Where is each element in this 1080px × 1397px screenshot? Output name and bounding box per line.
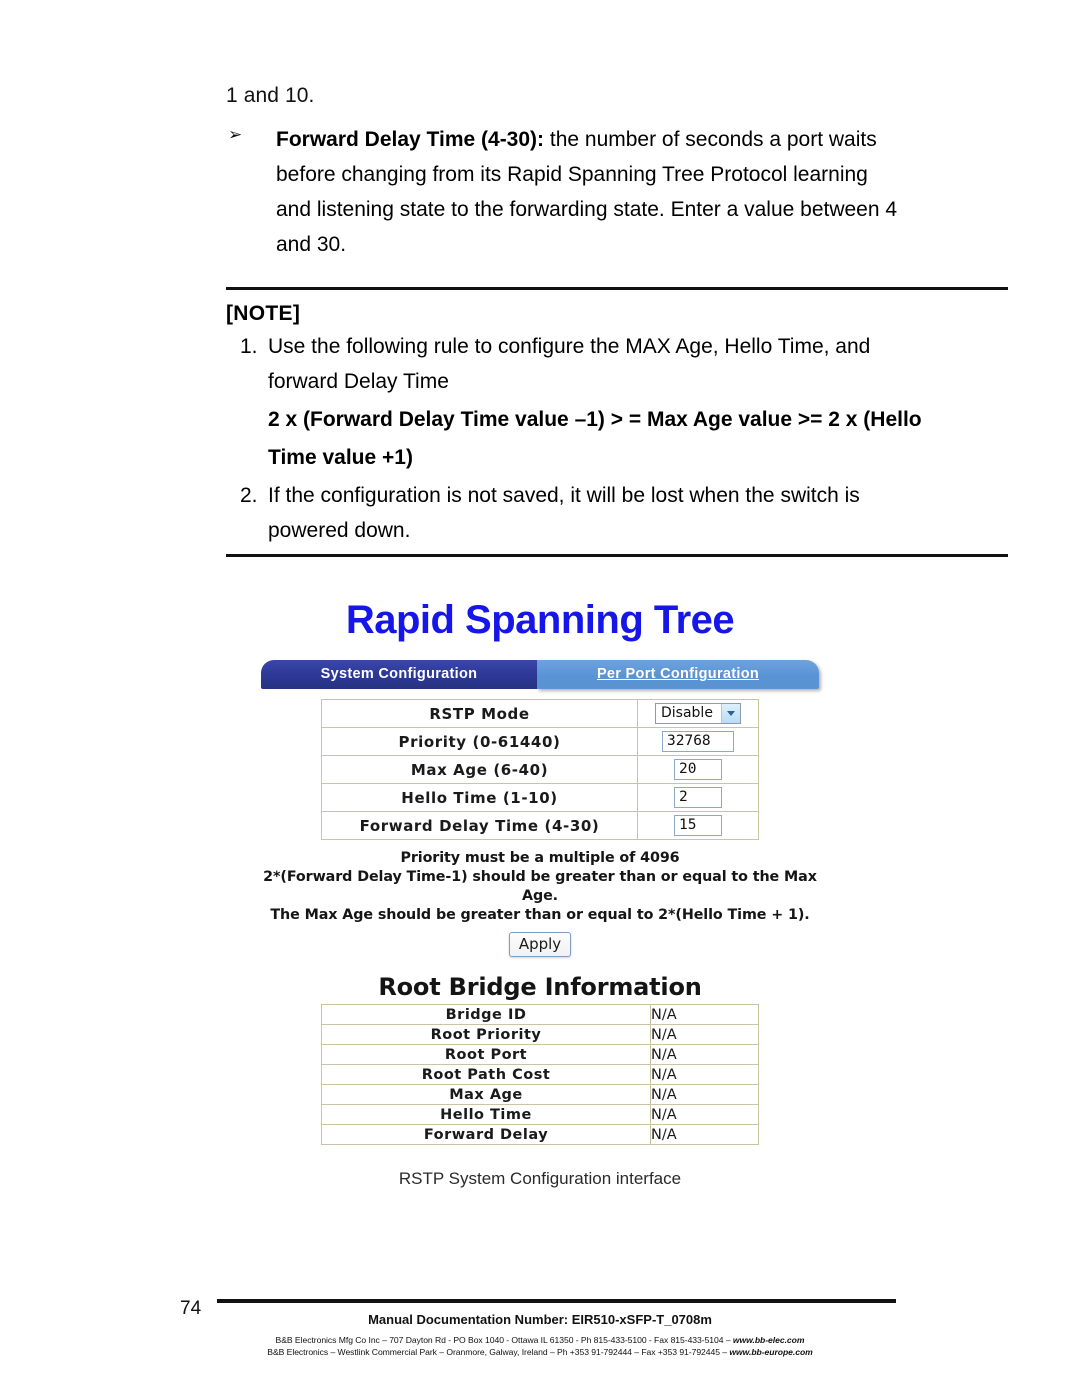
note-item-2-line-2: powered down. (268, 519, 411, 542)
root-path-cost-label: Root Path Cost (321, 1064, 651, 1085)
hello-time-label: Hello Time (1-10) (321, 783, 638, 812)
forward-delay-time-label: Forward Delay Time (4-30) (321, 811, 638, 840)
table-row: Max Age N/A (321, 1084, 759, 1105)
rule-line-2: 2*(Forward Delay Time-1) should be great… (263, 869, 817, 904)
root-priority-value: N/A (650, 1024, 759, 1045)
figure-caption: RSTP System Configuration interface (398, 1169, 682, 1188)
priority-label: Priority (0-61440) (321, 727, 638, 756)
bullet-line-1-rest: the number of seconds a port waits (544, 128, 877, 151)
tab-per-port-configuration[interactable]: Per Port Configuration (537, 660, 819, 689)
max-age-label: Max Age (6-40) (321, 755, 638, 784)
rstp-mode-label: RSTP Mode (321, 699, 638, 728)
note-box: [NOTE] 1. Use the following rule to conf… (226, 287, 1008, 557)
priority-input[interactable]: 32768 (662, 731, 734, 752)
note-item-1-line-1: Use the following rule to configure the … (268, 335, 871, 358)
forward-delay-bullet: ➢ Forward Delay Time (4-30): the number … (226, 122, 906, 262)
forward-delay-time-input[interactable]: 15 (674, 815, 722, 836)
forward-delay-time-cell: 15 (637, 811, 759, 840)
hello-time-info-value: N/A (650, 1104, 759, 1125)
bullet-line-4: and 30. (276, 233, 347, 256)
root-bridge-information-table: Bridge ID N/A Root Priority N/A Root Por… (321, 1004, 759, 1145)
table-row: Root Priority N/A (321, 1024, 759, 1045)
rstp-mode-value: Disable (661, 705, 713, 721)
address-us-url: www.bb-elec.com (732, 1335, 805, 1345)
table-row: Hello Time (1-10) 2 (321, 783, 759, 812)
hello-time-cell: 2 (637, 783, 759, 812)
note-item-1-line-2: forward Delay Time (268, 370, 449, 393)
address-us: B&B Electronics Mfg Co Inc – 707 Dayton … (0, 1335, 1080, 1345)
hello-time-input[interactable]: 2 (674, 787, 722, 808)
bullet-line-1: Forward Delay Time (4-30): the number of… (276, 122, 906, 157)
rstp-mode-cell: Disable (637, 699, 759, 728)
system-config-table: RSTP Mode Disable Priority (0-61440) 327… (321, 699, 759, 840)
table-row: Max Age (6-40) 20 (321, 755, 759, 784)
rule-line-3: The Max Age should be greater than or eq… (270, 907, 810, 923)
note-item-2-number: 2. (240, 484, 258, 507)
apply-button[interactable]: Apply (508, 932, 572, 957)
note-item-2-line-1: If the configuration is not saved, it wi… (268, 484, 860, 507)
table-row: Priority (0-61440) 32768 (321, 727, 759, 756)
bullet-arrow-icon: ➢ (228, 125, 243, 144)
root-bridge-information-title: Root Bridge Information (378, 973, 702, 1001)
footer-divider (217, 1299, 896, 1303)
forward-delay-info-value: N/A (650, 1124, 759, 1145)
table-row: Bridge ID N/A (321, 1004, 759, 1025)
rstp-mode-select[interactable]: Disable (655, 703, 741, 724)
bullet-line-2: before changing from its Rapid Spanning … (276, 163, 868, 186)
bridge-id-value: N/A (650, 1004, 759, 1025)
table-row: Hello Time N/A (321, 1104, 759, 1125)
address-eu-text: B&B Electronics – Westlink Commercial Pa… (267, 1347, 730, 1357)
rstp-ui-screenshot: Rapid Spanning Tree System Configuration… (0, 596, 1080, 1189)
table-row: Root Port N/A (321, 1044, 759, 1065)
chevron-down-icon[interactable] (721, 704, 740, 723)
max-age-input[interactable]: 20 (674, 759, 722, 780)
table-row: Forward Delay N/A (321, 1124, 759, 1145)
priority-cell: 32768 (637, 727, 759, 756)
note-formula-line-1: 2 x (Forward Delay Time value –1) > = Ma… (268, 408, 922, 431)
validation-rules: Priority must be a multiple of 4096 2*(F… (260, 849, 820, 925)
tab-system-configuration[interactable]: System Configuration (261, 660, 537, 689)
table-row: Root Path Cost N/A (321, 1064, 759, 1085)
table-row: RSTP Mode Disable (321, 699, 759, 728)
document-body: 1 and 10. ➢ Forward Delay Time (4-30): t… (226, 78, 906, 262)
note-top-divider (226, 287, 1008, 290)
note-formula-line-2: Time value +1) (268, 446, 413, 469)
note-item-1: 1. Use the following rule to configure t… (226, 329, 1008, 399)
bridge-id-label: Bridge ID (321, 1004, 651, 1025)
address-us-text: B&B Electronics Mfg Co Inc – 707 Dayton … (275, 1335, 733, 1345)
note-bottom-divider (226, 554, 1008, 557)
note-item-1-number: 1. (240, 335, 258, 358)
doc-number: Manual Documentation Number: EIR510-xSFP… (368, 1312, 712, 1327)
tab-per-port-configuration-label: Per Port Configuration (596, 666, 760, 682)
forward-delay-info-label: Forward Delay (321, 1124, 651, 1145)
bullet-line-3: and listening state to the forwarding st… (276, 198, 898, 221)
tab-bar: System Configuration Per Port Configurat… (261, 660, 819, 689)
rule-line-1: Priority must be a multiple of 4096 (400, 850, 680, 866)
max-age-info-label: Max Age (321, 1084, 651, 1105)
max-age-info-value: N/A (650, 1084, 759, 1105)
bullet-term: Forward Delay Time (4-30): (276, 128, 545, 151)
page-title: Rapid Spanning Tree (345, 598, 735, 642)
address-eu: B&B Electronics – Westlink Commercial Pa… (0, 1347, 1080, 1357)
hello-time-info-label: Hello Time (321, 1104, 651, 1125)
note-title: [NOTE] (226, 302, 301, 325)
note-item-2: 2. If the configuration is not saved, it… (226, 478, 1008, 548)
root-port-value: N/A (650, 1044, 759, 1065)
root-priority-label: Root Priority (321, 1024, 651, 1045)
table-row: Forward Delay Time (4-30) 15 (321, 811, 759, 840)
address-eu-url: www.bb-europe.com (729, 1347, 813, 1357)
continued-paragraph: 1 and 10. (226, 84, 315, 107)
root-port-label: Root Port (321, 1044, 651, 1065)
tab-system-configuration-label: System Configuration (320, 666, 478, 682)
root-path-cost-value: N/A (650, 1064, 759, 1085)
max-age-cell: 20 (637, 755, 759, 784)
